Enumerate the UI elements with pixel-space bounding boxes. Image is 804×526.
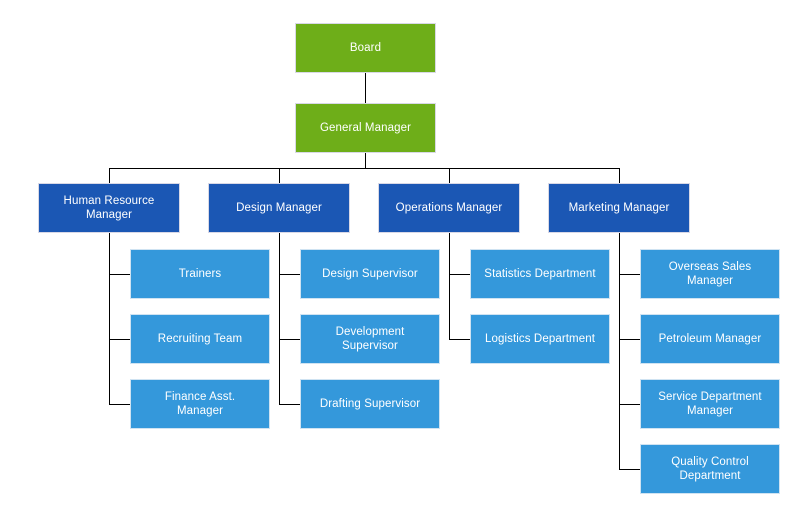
node-trainers[interactable]: Trainers (130, 249, 270, 299)
connector-trunk-to-operations-manager (449, 168, 450, 183)
node-general-manager-label: General Manager (320, 122, 411, 134)
node-quality-control-department-label: Quality Control Department (671, 456, 749, 482)
connector-general-manager-down (365, 153, 366, 169)
connector-spine-marketing (619, 233, 620, 470)
node-overseas-sales-manager[interactable]: Overseas Sales Manager (640, 249, 780, 299)
connector-stub-service-department-manager (619, 404, 640, 405)
connector-stub-development-supervisor (279, 339, 300, 340)
connector-stub-recruiting-team (109, 339, 130, 340)
node-human-resource-manager[interactable]: Human Resource Manager (38, 183, 180, 233)
node-logistics-department-label: Logistics Department (484, 333, 596, 345)
node-human-resource-manager-label: Human Resource Manager (63, 195, 155, 221)
connector-spine-design (279, 233, 280, 405)
node-recruiting-team-label: Recruiting Team (157, 333, 243, 345)
node-statistics-department-label: Statistics Department (484, 268, 596, 280)
connector-trunk-to-marketing-manager (619, 168, 620, 183)
node-statistics-department[interactable]: Statistics Department (470, 249, 610, 299)
connector-board-to-general-manager (365, 73, 366, 103)
node-development-supervisor-label: Development Supervisor (335, 326, 405, 352)
node-overseas-sales-manager-label: Overseas Sales Manager (668, 261, 752, 287)
node-finance-asst-manager[interactable]: Finance Asst. Manager (130, 379, 270, 429)
connector-stub-finance-asst-manager (109, 404, 130, 405)
connector-manager-trunk (109, 168, 619, 169)
connector-stub-overseas-sales-manager (619, 274, 640, 275)
connector-trunk-to-human-resource-manager (109, 168, 110, 183)
connector-stub-petroleum-manager (619, 339, 640, 340)
node-drafting-supervisor-label: Drafting Supervisor (319, 398, 421, 410)
node-petroleum-manager[interactable]: Petroleum Manager (640, 314, 780, 364)
node-board[interactable]: Board (295, 23, 436, 73)
node-service-department-manager-label: Service Department Manager (658, 391, 762, 417)
connector-spine-human-resource (109, 233, 110, 405)
connector-stub-quality-control-department (619, 469, 640, 470)
node-finance-asst-manager-label: Finance Asst. Manager (164, 391, 236, 417)
node-design-manager-label: Design Manager (236, 202, 322, 214)
connector-spine-operations (449, 233, 450, 340)
node-general-manager[interactable]: General Manager (295, 103, 436, 153)
node-petroleum-manager-label: Petroleum Manager (658, 333, 762, 345)
connector-stub-design-supervisor (279, 274, 300, 275)
node-marketing-manager-label: Marketing Manager (568, 202, 670, 214)
node-development-supervisor[interactable]: Development Supervisor (300, 314, 440, 364)
node-design-supervisor-label: Design Supervisor (322, 268, 418, 280)
node-trainers-label: Trainers (178, 268, 222, 280)
connector-stub-statistics-department (449, 274, 470, 275)
node-drafting-supervisor[interactable]: Drafting Supervisor (300, 379, 440, 429)
connector-stub-trainers (109, 274, 130, 275)
node-recruiting-team[interactable]: Recruiting Team (130, 314, 270, 364)
node-quality-control-department[interactable]: Quality Control Department (640, 444, 780, 494)
node-marketing-manager[interactable]: Marketing Manager (548, 183, 690, 233)
node-service-department-manager[interactable]: Service Department Manager (640, 379, 780, 429)
node-operations-manager[interactable]: Operations Manager (378, 183, 520, 233)
node-design-supervisor[interactable]: Design Supervisor (300, 249, 440, 299)
connector-stub-logistics-department (449, 339, 470, 340)
connector-stub-drafting-supervisor (279, 404, 300, 405)
connector-trunk-to-design-manager (279, 168, 280, 183)
node-logistics-department[interactable]: Logistics Department (470, 314, 610, 364)
org-chart-canvas: Board General Manager Human Resource Man… (0, 0, 804, 526)
node-design-manager[interactable]: Design Manager (208, 183, 350, 233)
node-board-label: Board (349, 42, 382, 54)
node-operations-manager-label: Operations Manager (395, 202, 503, 214)
